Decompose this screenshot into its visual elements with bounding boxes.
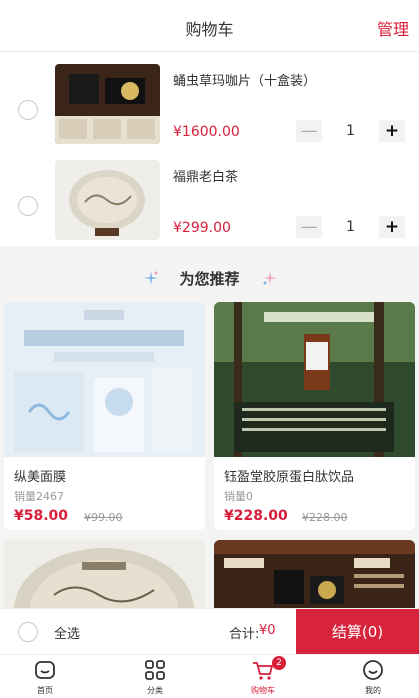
product-price: ¥58.00 [14, 508, 69, 524]
item-name[interactable]: 福鼎老白茶 [173, 166, 238, 185]
product-card[interactable]: 钰盈堂胶原蛋白肽饮品 销量0 ¥228.00 ¥228.00 [214, 302, 415, 530]
item-name[interactable]: 蛹虫草玛咖片（十盒装） [173, 70, 316, 89]
checkout-button[interactable]: 结算(0) [296, 609, 419, 655]
quantity-minus-button[interactable]: — [296, 120, 322, 142]
product-thumbnail[interactable] [55, 160, 160, 240]
product-image[interactable] [4, 302, 205, 457]
product-name[interactable]: 钰盈堂胶原蛋白肽饮品 [224, 466, 354, 485]
sales-label: 销量 [224, 490, 246, 503]
tab-category[interactable]: 分类 [120, 655, 190, 698]
tab-profile[interactable]: 我的 [338, 655, 408, 698]
total-amount: ¥0 [259, 623, 276, 638]
tab-label: 我的 [365, 686, 381, 695]
recommend-title: 为您推荐 [179, 270, 240, 288]
quantity-plus-button[interactable]: + [379, 120, 405, 142]
tab-cart[interactable]: 2 购物车 [228, 655, 298, 698]
item-price: ¥1600.00 [173, 124, 240, 140]
cart-item: 蛹虫草玛咖片（十盒装） ¥1600.00 — 1 + [0, 60, 419, 152]
product-sales: 销量2467 [14, 488, 64, 504]
sales-label: 销量 [14, 490, 36, 503]
product-original-price: ¥99.00 [84, 511, 123, 524]
category-icon [145, 660, 165, 680]
product-name[interactable]: 纵美面膜 [14, 466, 66, 485]
sparkle-icon [144, 271, 158, 285]
item-price: ¥299.00 [173, 220, 231, 236]
cart-badge: 2 [272, 656, 286, 670]
checkout-bar: 全选 合计: ¥0 结算(0) [0, 608, 419, 655]
product-sales: 销量0 [224, 488, 253, 504]
quantity-value[interactable]: 1 [322, 216, 379, 238]
tab-bar: 首页 分类 2 购物车 我的 [0, 654, 419, 698]
quantity-minus-button[interactable]: — [296, 216, 322, 238]
quantity-plus-button[interactable]: + [379, 216, 405, 238]
tab-label: 分类 [147, 686, 163, 695]
sales-count: 2467 [36, 490, 64, 503]
sparkle-icon [263, 271, 277, 285]
product-original-price: ¥228.00 [302, 511, 348, 524]
product-price: ¥228.00 [224, 508, 288, 524]
select-all-label[interactable]: 全选 [54, 623, 80, 642]
product-thumbnail[interactable] [55, 64, 160, 144]
item-select-radio[interactable] [18, 196, 38, 216]
header: 购物车 管理 [0, 0, 419, 52]
tab-label: 购物车 [251, 686, 275, 695]
tab-home[interactable]: 首页 [10, 655, 80, 698]
home-icon [35, 661, 55, 679]
profile-icon [363, 660, 383, 680]
cart-icon [253, 662, 274, 680]
quantity-value[interactable]: 1 [322, 120, 379, 142]
recommend-header: 为您推荐 [0, 262, 419, 292]
total-label: 合计: [229, 627, 260, 642]
cart-item: 福鼎老白茶 ¥299.00 — 1 + [0, 156, 419, 248]
cart-list: 蛹虫草玛咖片（十盒装） ¥1600.00 — 1 + 福鼎老白茶 ¥299.00… [0, 52, 419, 246]
product-image[interactable] [214, 302, 415, 457]
product-card[interactable]: 纵美面膜 销量2467 ¥58.00 ¥99.00 [4, 302, 205, 530]
manage-button[interactable]: 管理 [377, 16, 409, 40]
sales-count: 0 [246, 490, 253, 503]
item-select-radio[interactable] [18, 100, 38, 120]
select-all-radio[interactable] [18, 622, 38, 642]
page-title: 购物车 [185, 20, 234, 39]
tab-label: 首页 [37, 686, 53, 695]
